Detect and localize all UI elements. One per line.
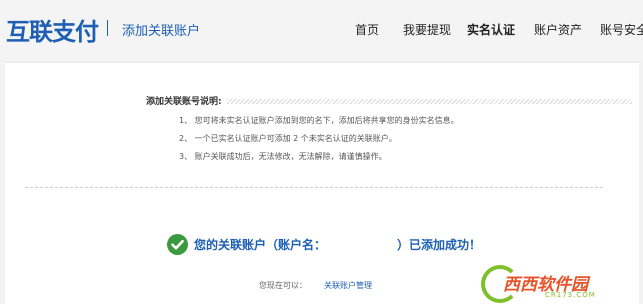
main-card: 添加关联账号说明: 1、 您可将未实名认证账户添加到您的名下，添加后将共享您的身…	[5, 62, 639, 304]
section-divider	[25, 187, 603, 188]
nav-home[interactable]: 首页	[355, 21, 379, 38]
nav-real-name-auth[interactable]: 实名认证	[467, 21, 515, 38]
instruction-item: 3、 账户关联成功后，无法修改，无法解除，请谨慎操作。	[179, 152, 387, 161]
success-check-icon	[167, 234, 188, 255]
title-hatch-decoration	[227, 99, 632, 104]
nav-account-assets[interactable]: 账户资产	[534, 21, 582, 38]
linked-account-management-link[interactable]: 关联账户管理	[324, 280, 372, 291]
logo[interactable]: 互联支付	[6, 12, 99, 47]
watermark-subtext: CR173.COM	[545, 291, 596, 299]
header-divider	[107, 20, 108, 36]
success-message: 您的关联账户（账户名：	[194, 238, 327, 252]
next-steps-label: 您现在可以：	[259, 281, 307, 290]
success-message-suffix: ）已添加成功！	[397, 238, 482, 252]
nav-account-security[interactable]: 账号安全	[600, 21, 643, 38]
site-header: 互联支付 添加关联账户 首页 我要提现 实名认证 账户资产 账号安全	[0, 0, 643, 60]
instructions-title: 添加关联账号说明:	[146, 97, 222, 107]
nav-withdraw[interactable]: 我要提现	[403, 21, 451, 38]
page-title: 添加关联账户	[122, 24, 201, 39]
instruction-item: 2、 一个已实名认证账户可添加 2 个未实名认证的关联账户。	[179, 134, 397, 143]
instruction-item: 1、 您可将未实名认证账户添加到您的名下，添加后将共享您的身份实名信息。	[179, 116, 459, 125]
